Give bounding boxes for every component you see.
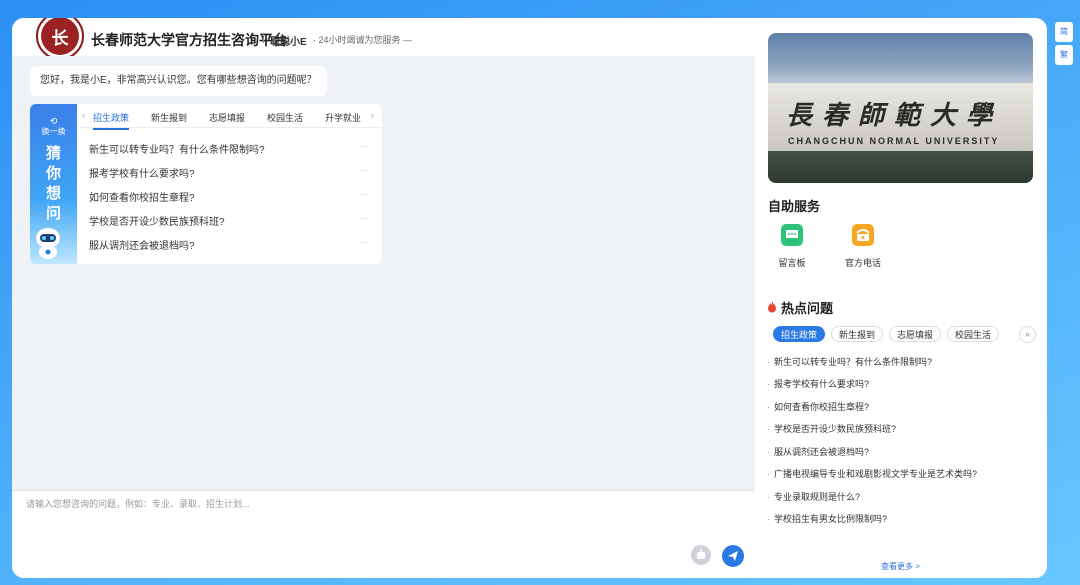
more-dots: ··· (359, 141, 368, 151)
tab-admission-policy[interactable]: 招生政策 (93, 111, 130, 130)
tab-career[interactable]: 升学就业 (325, 111, 361, 124)
question-item[interactable]: 服从调剂还会被退档吗? (89, 237, 359, 252)
fire-icon (768, 301, 776, 313)
traditional-chinese-button[interactable]: 繁 (1055, 45, 1073, 65)
tab-next-icon[interactable]: › (371, 110, 374, 120)
more-dots: ··· (359, 189, 368, 199)
carousel-dots (854, 173, 950, 183)
hot-question-item[interactable]: 学校是否开设少数民族预科班? (767, 422, 896, 435)
guess-title-char: 你 (45, 165, 61, 182)
hot-tab-campus-life[interactable]: 校园生活 (947, 326, 1000, 342)
hot-question-item[interactable]: 如何查看你校招生章程? (767, 400, 869, 413)
hot-tab-freshman-registration[interactable]: 新生报到 (831, 326, 884, 342)
official-phone-label: 官方电话 (844, 258, 881, 268)
main-window: 长 长春师范大学官方招生咨询平台 聪聪小E · 24小时竭诚为您服务 — 您好，… (12, 18, 1047, 578)
side-toolbar: 简 繁 (1055, 22, 1073, 68)
tab-freshman-registration[interactable]: 新生报到 (151, 111, 187, 124)
assistant-name: 聪聪小E (270, 37, 307, 48)
chat-area: 您好，我是小E，非常高兴认识您。您有哪些想咨询的问题呢？ ⟲ 换一换 猜你想问 … (12, 56, 755, 490)
page-title: 长春师范大学官方招生咨询平台 (91, 32, 287, 48)
banner-cn-text: 長春師範大學 (786, 101, 1003, 131)
guess-panel: ⟲ 换一换 猜你想问 ‹ 招生政策 新生报到 志愿填报 校园生活 升学就业 › … (30, 104, 382, 264)
phone-icon (852, 224, 874, 246)
robot-icon (697, 549, 705, 559)
more-dots: ··· (359, 213, 368, 223)
hot-question-item[interactable]: 学校招生有男女比例限制吗? (767, 512, 887, 525)
robot-mascot-icon (36, 228, 60, 259)
logo-mark: 长 (41, 18, 79, 55)
right-panel: 長春師範大學 CHANGCHUN NORMAL UNIVERSITY 自助服务 … (755, 18, 1047, 578)
question-item[interactable]: 报考学校有什么要求吗? (89, 165, 359, 180)
send-button[interactable] (722, 545, 744, 567)
swap-button[interactable]: 换一换 (30, 126, 77, 137)
hot-questions-title: 热点问题 (781, 301, 834, 316)
send-icon (728, 551, 738, 561)
guess-banner[interactable]: ⟲ 换一换 猜你想问 (30, 104, 77, 264)
campus-banner[interactable]: 長春師範大學 CHANGCHUN NORMAL UNIVERSITY (768, 33, 1033, 183)
hot-question-item[interactable]: 新生可以转专业吗？有什么条件限制吗? (767, 355, 932, 368)
university-logo: 长 (36, 18, 84, 60)
tab-application[interactable]: 志愿填报 (209, 111, 245, 124)
hot-tabs-next-icon[interactable]: » (1019, 326, 1036, 343)
message-board-icon (781, 224, 803, 246)
banner-en-text: CHANGCHUN NORMAL UNIVERSITY (788, 136, 1000, 146)
question-item[interactable]: 如何查看你校招生章程? (89, 189, 359, 204)
guess-tabs: ‹ 招生政策 新生报到 志愿填报 校园生活 升学就业 › (80, 104, 382, 130)
tab-prev-icon[interactable]: ‹ (82, 110, 85, 120)
guess-title: 猜你想问 (30, 144, 77, 224)
guess-title-char: 猜 (45, 145, 61, 162)
message-board-label: 留言板 (778, 258, 806, 268)
tab-campus-life[interactable]: 校园生活 (267, 111, 303, 124)
guess-title-char: 问 (45, 205, 61, 222)
robot-button[interactable] (691, 545, 711, 565)
simplified-chinese-button[interactable]: 简 (1055, 22, 1073, 42)
hot-tab-admission-policy[interactable]: 招生政策 (773, 326, 826, 342)
input-area (12, 490, 755, 578)
guess-title-char: 想 (45, 185, 61, 202)
hot-question-item[interactable]: 专业录取规则是什么? (767, 490, 860, 503)
question-item[interactable]: 新生可以转专业吗？有什么条件限制吗? (89, 141, 359, 156)
hot-question-item[interactable]: 广播电视编导专业和戏剧影视文学专业是艺术类吗? (767, 467, 977, 480)
more-dots: ··· (359, 237, 368, 247)
hot-question-item[interactable]: 报考学校有什么要求吗? (767, 377, 869, 390)
message-board-button[interactable]: 留言板 (767, 224, 817, 269)
greeting-bubble: 您好，我是小E，非常高兴认识您。您有哪些想咨询的问题呢？ (30, 66, 327, 96)
question-input[interactable] (26, 497, 726, 537)
slogan: · 24小时竭诚为您服务 — (313, 35, 413, 45)
more-dots: ··· (359, 165, 368, 175)
see-more-link[interactable]: 查看更多 > (881, 561, 920, 572)
divider (263, 33, 264, 43)
question-item[interactable]: 学校是否开设少数民族预科班? (89, 213, 359, 228)
hot-tab-application[interactable]: 志愿填报 (889, 326, 942, 342)
hot-question-item[interactable]: 服从调剂还会被退档吗? (767, 445, 869, 458)
official-phone-button[interactable]: 官方电话 (838, 224, 888, 269)
header: 长 长春师范大学官方招生咨询平台 聪聪小E · 24小时竭诚为您服务 — (12, 18, 755, 60)
self-service-title: 自助服务 (768, 199, 821, 214)
